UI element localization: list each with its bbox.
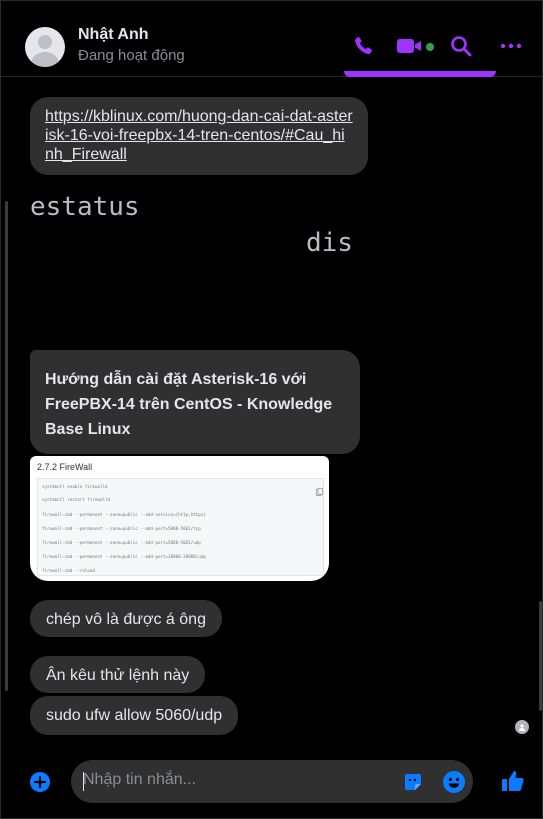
sticker-icon[interactable] — [402, 771, 424, 798]
plus-icon[interactable] — [29, 771, 51, 798]
message-bubble[interactable]: Ân kêu thử lệnh này — [30, 656, 206, 693]
code-line: firewall-cmd --permanent --zone=public -… — [42, 540, 201, 545]
like-icon[interactable] — [500, 768, 526, 799]
seen-avatar-icon — [515, 720, 529, 734]
code-line: firewall-cmd --permanent --zone=public -… — [42, 512, 206, 517]
code-line: firewall-cmd --reload — [42, 568, 95, 573]
copy-icon — [316, 483, 323, 501]
scrollbar-left[interactable] — [5, 201, 8, 691]
terminal-image[interactable]: estatus dis — [30, 187, 360, 267]
previous-message-edge — [344, 71, 496, 77]
phone-icon[interactable] — [351, 34, 375, 58]
link-preview-title: Hướng dẫn cài đặt Asterisk-16 với FreePB… — [45, 371, 333, 438]
emoji-icon[interactable] — [442, 770, 466, 799]
chat-header: Nhật Anh Đang hoạt động — [1, 1, 542, 77]
contact-status: Đang hoạt động — [78, 47, 185, 64]
online-indicator — [426, 43, 434, 51]
message-bubble[interactable]: sudo ufw allow 5060/udp — [30, 696, 239, 735]
scrollbar[interactable] — [539, 601, 542, 711]
code-line: systemctl enable firewalld — [42, 484, 108, 489]
preview-heading: 2.7.2 FireWall — [37, 462, 93, 472]
contact-name[interactable]: Nhật Anh — [78, 26, 149, 44]
code-line: firewall-cmd --permanent --zone=public -… — [42, 554, 206, 559]
terminal-text-2: dis — [306, 228, 353, 258]
more-icon[interactable] — [499, 34, 523, 58]
link-preview-image[interactable]: 2.7.2 FireWall systemctl enable firewall… — [30, 456, 329, 581]
avatar[interactable] — [25, 27, 65, 67]
preview-code-block: systemctl enable firewalld systemctl res… — [37, 478, 324, 576]
video-icon[interactable] — [396, 34, 424, 58]
search-icon[interactable] — [449, 34, 473, 58]
messenger-window: Nhật Anh Đang hoạt động https://kblinux.… — [0, 0, 543, 819]
terminal-text-1: estatus — [30, 192, 140, 222]
message-bubble[interactable]: chép vô là được á ông — [30, 600, 222, 637]
message-link[interactable]: https://kblinux.com/huong-dan-cai-dat-as… — [45, 108, 353, 163]
code-line: systemctl restart firewalld — [42, 497, 111, 502]
link-preview-card[interactable]: Hướng dẫn cài đặt Asterisk-16 với FreePB… — [30, 350, 360, 454]
text-cursor — [83, 772, 84, 791]
link-message: https://kblinux.com/huong-dan-cai-dat-as… — [30, 97, 368, 175]
code-line: firewall-cmd --permanent --zone=public -… — [42, 526, 201, 531]
message-input-placeholder: Nhập tin nhắn... — [83, 771, 196, 788]
